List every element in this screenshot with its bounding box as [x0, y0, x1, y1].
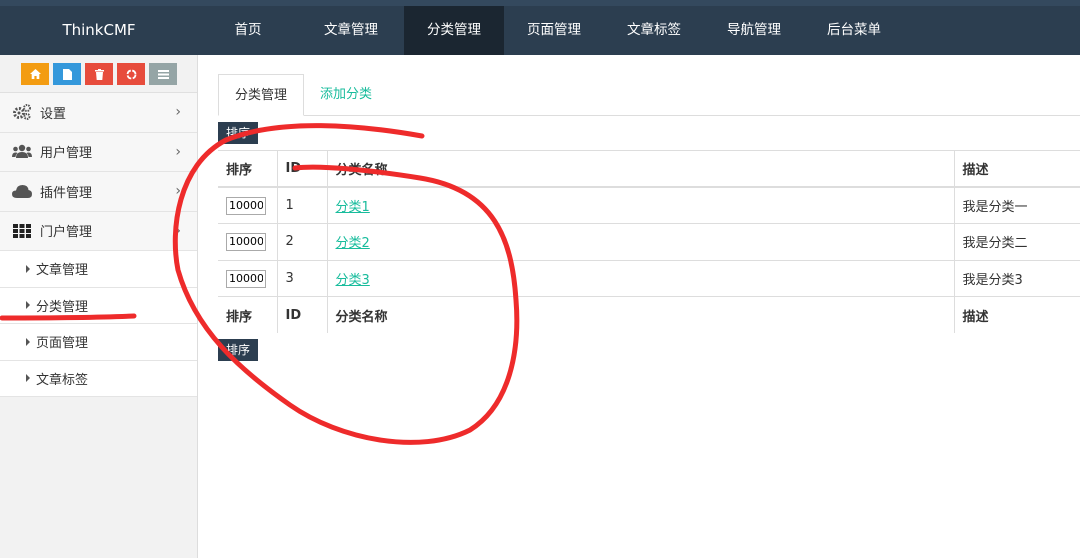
- submenu-item-categories[interactable]: 分类管理: [0, 287, 197, 324]
- top-navbar: ThinkCMF 首页 文章管理 分类管理 页面管理 文章标签 导航管理 后台菜…: [0, 0, 1080, 55]
- header-name: 分类名称: [327, 150, 955, 189]
- list-icon[interactable]: [149, 63, 177, 85]
- name-cell: 分类3: [327, 259, 955, 297]
- id-cell: 1: [277, 186, 328, 224]
- sort-cell: [218, 259, 278, 297]
- grid-icon: [12, 222, 32, 240]
- submenu-label: 文章标签: [36, 372, 89, 388]
- cloud-icon: [12, 182, 32, 200]
- sidebar-item-portal[interactable]: 门户管理 ›: [0, 211, 197, 251]
- sort-input[interactable]: [226, 269, 266, 288]
- footer-sort: 排序: [218, 296, 278, 334]
- sidebar-item-plugins[interactable]: 插件管理 ›: [0, 172, 197, 212]
- shortcut-bar: [0, 55, 197, 93]
- submenu-item-articles[interactable]: 文章管理: [0, 251, 197, 288]
- header-desc: 描述: [954, 150, 1080, 189]
- home-icon[interactable]: [21, 63, 49, 85]
- tab-add-category[interactable]: 添加分类: [304, 74, 388, 116]
- nav-tags[interactable]: 文章标签: [604, 6, 704, 55]
- desc-cell: 我是分类二: [954, 223, 1080, 261]
- main-nav: 首页 文章管理 分类管理 页面管理 文章标签 导航管理 后台菜单: [198, 6, 904, 55]
- category-link[interactable]: 分类1: [336, 200, 370, 215]
- table-row: 1 分类1 我是分类一: [218, 186, 1080, 224]
- recycle-icon[interactable]: [117, 63, 145, 85]
- caret-right-icon: [26, 374, 30, 383]
- sort-button-bottom[interactable]: 排序: [218, 339, 259, 361]
- brand-logo[interactable]: ThinkCMF: [0, 6, 198, 55]
- caret-right-icon: [26, 301, 30, 310]
- chevron-right-icon: ›: [175, 143, 181, 160]
- desc-cell: 我是分类一: [954, 186, 1080, 224]
- nav-categories[interactable]: 分类管理: [404, 6, 504, 55]
- submenu-label: 页面管理: [36, 336, 89, 352]
- sidebar: 设置 › 用户管理 › 插件管理 › 门户管理 › 文章管理 分类管理 页面管理…: [0, 55, 198, 558]
- table-row: 3 分类3 我是分类3: [218, 259, 1080, 297]
- submenu-label: 文章管理: [36, 263, 89, 279]
- table-footer-row: 排序 ID 分类名称 描述: [218, 296, 1080, 334]
- nav-backend-menu[interactable]: 后台菜单: [804, 6, 904, 55]
- chevron-down-icon: ›: [175, 222, 181, 239]
- submenu-item-pages[interactable]: 页面管理: [0, 324, 197, 361]
- id-cell: 3: [277, 259, 328, 297]
- category-link[interactable]: 分类3: [336, 273, 370, 288]
- main-content: 分类管理 添加分类 排序 排序 ID 分类名称 描述 1 分类1 我是分类一 2…: [218, 74, 1080, 361]
- footer-name: 分类名称: [327, 296, 955, 334]
- submenu-label: 分类管理: [36, 299, 89, 315]
- sort-button-top[interactable]: 排序: [218, 122, 259, 144]
- sort-input[interactable]: [226, 196, 266, 215]
- file-icon[interactable]: [53, 63, 81, 85]
- sidebar-item-label: 插件管理: [40, 185, 93, 201]
- nav-home[interactable]: 首页: [198, 6, 298, 55]
- nav-articles[interactable]: 文章管理: [298, 6, 404, 55]
- sidebar-item-label: 设置: [40, 106, 67, 122]
- caret-right-icon: [26, 337, 30, 346]
- table-header-row: 排序 ID 分类名称 描述: [218, 150, 1080, 189]
- sidebar-item-users[interactable]: 用户管理 ›: [0, 132, 197, 172]
- chevron-right-icon: ›: [175, 104, 181, 120]
- category-table: 排序 ID 分类名称 描述 1 分类1 我是分类一 2 分类2 我是分类二 3: [218, 150, 1080, 334]
- trash-icon[interactable]: [85, 63, 113, 85]
- sort-cell: [218, 223, 278, 261]
- sidebar-item-label: 用户管理: [40, 146, 93, 162]
- sort-input[interactable]: [226, 232, 266, 251]
- header-sort: 排序: [218, 150, 278, 189]
- table-row: 2 分类2 我是分类二: [218, 223, 1080, 261]
- chevron-right-icon: ›: [175, 183, 181, 199]
- sort-cell: [218, 186, 278, 224]
- header-id: ID: [277, 150, 328, 189]
- users-icon: [12, 143, 32, 161]
- sidebar-item-label: 门户管理: [40, 225, 93, 241]
- nav-pages[interactable]: 页面管理: [504, 6, 604, 55]
- nav-navigation[interactable]: 导航管理: [704, 6, 804, 55]
- gears-icon: [12, 103, 32, 121]
- desc-cell: 我是分类3: [954, 259, 1080, 297]
- submenu-item-tags[interactable]: 文章标签: [0, 360, 197, 397]
- sidebar-item-settings[interactable]: 设置 ›: [0, 93, 197, 133]
- caret-right-icon: [26, 264, 30, 273]
- tab-bar: 分类管理 添加分类: [218, 74, 1080, 116]
- footer-desc: 描述: [954, 296, 1080, 334]
- name-cell: 分类1: [327, 186, 955, 224]
- tab-category-list[interactable]: 分类管理: [218, 74, 305, 116]
- id-cell: 2: [277, 223, 328, 261]
- footer-id: ID: [277, 296, 328, 334]
- name-cell: 分类2: [327, 223, 955, 261]
- category-link[interactable]: 分类2: [336, 236, 370, 251]
